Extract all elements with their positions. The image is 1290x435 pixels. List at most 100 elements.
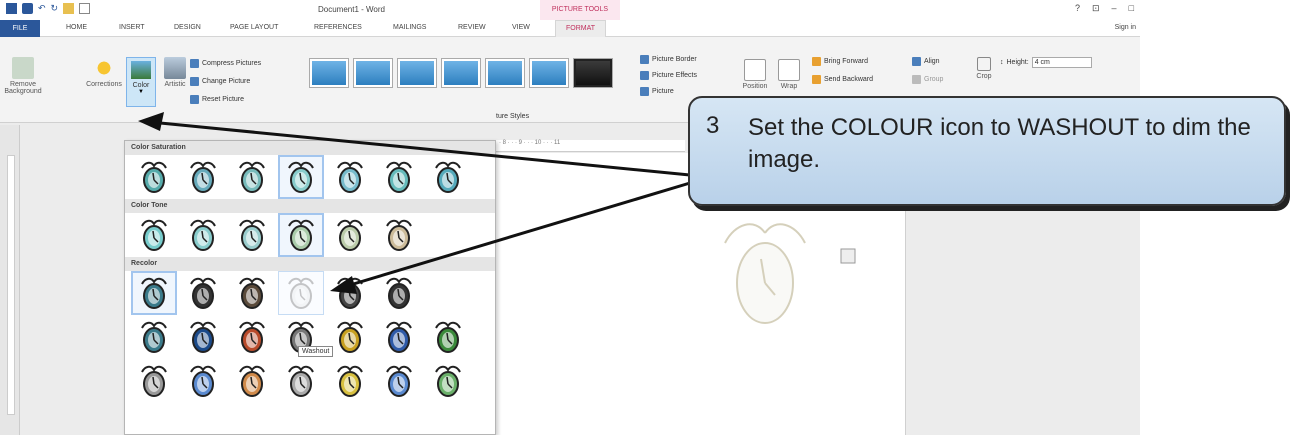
recolor-option-1-0[interactable] [131, 315, 177, 359]
position-label: Position [742, 83, 768, 90]
tone-option-5[interactable] [376, 213, 422, 257]
section-recolor: Recolor [125, 257, 495, 271]
redo-icon[interactable]: ↻ [51, 3, 59, 14]
tab-mailings[interactable]: MAILINGS [393, 24, 426, 31]
bring-forward-button[interactable]: Bring Forward [812, 57, 868, 66]
wrap-label: Wrap [780, 83, 798, 90]
send-backward-icon [812, 75, 821, 84]
saturation-option-3[interactable] [278, 155, 324, 199]
compress-label: Compress Pictures [202, 60, 262, 67]
picture-border-button[interactable]: Picture Border [640, 55, 697, 64]
color-button[interactable]: Color ▼ [126, 57, 156, 107]
picture-effects-button[interactable]: Picture Effects [640, 71, 697, 80]
group-icon [912, 75, 921, 84]
position-button[interactable]: Position [738, 59, 772, 90]
open-icon[interactable] [63, 3, 75, 14]
recolor-option-0-2[interactable] [229, 271, 275, 315]
reset-picture-button[interactable]: Reset Picture [190, 95, 244, 104]
layout-options-icon[interactable] [840, 248, 856, 264]
saturation-option-6[interactable] [425, 155, 471, 199]
washout-option[interactable] [278, 271, 324, 315]
recolor-option-2-1[interactable] [180, 359, 226, 403]
height-input[interactable]: 4 cm [1031, 57, 1092, 68]
tab-home[interactable]: HOME [66, 24, 87, 31]
wrap-text-button[interactable]: Wrap [776, 59, 802, 90]
recolor-option-0-1[interactable] [180, 271, 226, 315]
picture-layout-button[interactable]: Picture [640, 87, 674, 96]
recolor-option-1-5[interactable] [376, 315, 422, 359]
align-button[interactable]: Align [912, 57, 940, 66]
recolor-option-0-4[interactable] [327, 271, 373, 315]
recolor-option-2-0[interactable] [131, 359, 177, 403]
step-text: Set the COLOUR icon to WASHOUT to dim th… [748, 114, 1251, 173]
saturation-option-2[interactable] [229, 155, 275, 199]
saturation-option-4[interactable] [327, 155, 373, 199]
ribbon-display-button[interactable]: ⊡ [1092, 3, 1100, 14]
recolor-option-2-5[interactable] [376, 359, 422, 403]
recolor-option-1-4[interactable] [327, 315, 373, 359]
undo-icon[interactable]: ↶ [38, 3, 46, 14]
recolor-option-2-3[interactable] [278, 359, 324, 403]
remove-background-icon [12, 57, 34, 79]
recolor-option-0-0[interactable] [131, 271, 177, 315]
corrections-button[interactable]: Corrections [84, 57, 124, 88]
picture-border-label: Picture Border [652, 56, 697, 63]
sun-icon [93, 57, 115, 79]
picture-style-1[interactable] [310, 59, 348, 87]
section-color-saturation: Color Saturation [125, 141, 495, 155]
send-backward-button[interactable]: Send Backward [812, 75, 873, 84]
compress-pictures-button[interactable]: Compress Pictures [190, 59, 261, 68]
group-button[interactable]: Group [912, 75, 943, 84]
tone-option-1[interactable] [180, 213, 226, 257]
tab-review[interactable]: REVIEW [458, 24, 486, 31]
remove-background-button[interactable]: Remove Background [2, 57, 44, 95]
tab-file[interactable]: FILE [0, 20, 40, 37]
recolor-option-2-4[interactable] [327, 359, 373, 403]
save-icon[interactable] [22, 3, 33, 14]
align-label: Align [924, 58, 940, 65]
recolor-option-2-2[interactable] [229, 359, 275, 403]
tab-view[interactable]: VIEW [512, 24, 530, 31]
saturation-option-0[interactable] [131, 155, 177, 199]
recolor-option-1-6[interactable] [425, 315, 471, 359]
position-icon [744, 59, 766, 81]
picture-style-2[interactable] [354, 59, 392, 87]
tab-page-layout[interactable]: PAGE LAYOUT [230, 24, 278, 31]
picture-style-4[interactable] [442, 59, 480, 87]
word-logo-icon [6, 3, 17, 14]
maximize-button[interactable]: □ [1129, 3, 1134, 14]
remove-background-label: Remove Background [4, 81, 42, 95]
picture-style-5[interactable] [486, 59, 524, 87]
help-button[interactable]: ? [1075, 3, 1080, 14]
quick-access-toolbar: ↶ ↻ [6, 3, 91, 14]
artistic-effects-button[interactable]: Artistic [160, 57, 190, 88]
recolor-option-0-5[interactable] [376, 271, 422, 315]
saturation-option-5[interactable] [376, 155, 422, 199]
picture-style-3[interactable] [398, 59, 436, 87]
picture-style-7[interactable] [574, 59, 612, 87]
layout-icon [640, 87, 649, 96]
ribbon-tabs: FILE HOME INSERT DESIGN PAGE LAYOUT REFE… [0, 20, 1140, 38]
recolor-option-1-2[interactable] [229, 315, 275, 359]
corrections-label: Corrections [86, 81, 122, 88]
new-doc-icon[interactable] [79, 3, 91, 14]
change-picture-label: Change Picture [202, 78, 251, 85]
recolor-option-2-6[interactable] [425, 359, 471, 403]
minimize-button[interactable]: – [1112, 3, 1117, 14]
tone-option-3[interactable] [278, 213, 324, 257]
tone-option-0[interactable] [131, 213, 177, 257]
tone-option-2[interactable] [229, 213, 275, 257]
saturation-option-1[interactable] [180, 155, 226, 199]
sign-in-link[interactable]: Sign in [1115, 24, 1136, 31]
tab-references[interactable]: REFERENCES [314, 24, 362, 31]
height-label: Height: [1006, 59, 1029, 66]
crop-button[interactable]: Crop [974, 57, 994, 80]
tab-insert[interactable]: INSERT [119, 24, 145, 31]
picture-style-6[interactable] [530, 59, 568, 87]
recolor-option-1-1[interactable] [180, 315, 226, 359]
change-picture-button[interactable]: Change Picture [190, 77, 250, 86]
tab-format[interactable]: FORMAT [555, 20, 607, 38]
tab-design[interactable]: DESIGN [174, 24, 201, 31]
picture-tools-label: PICTURE TOOLS [540, 0, 620, 20]
tone-option-4[interactable] [327, 213, 373, 257]
